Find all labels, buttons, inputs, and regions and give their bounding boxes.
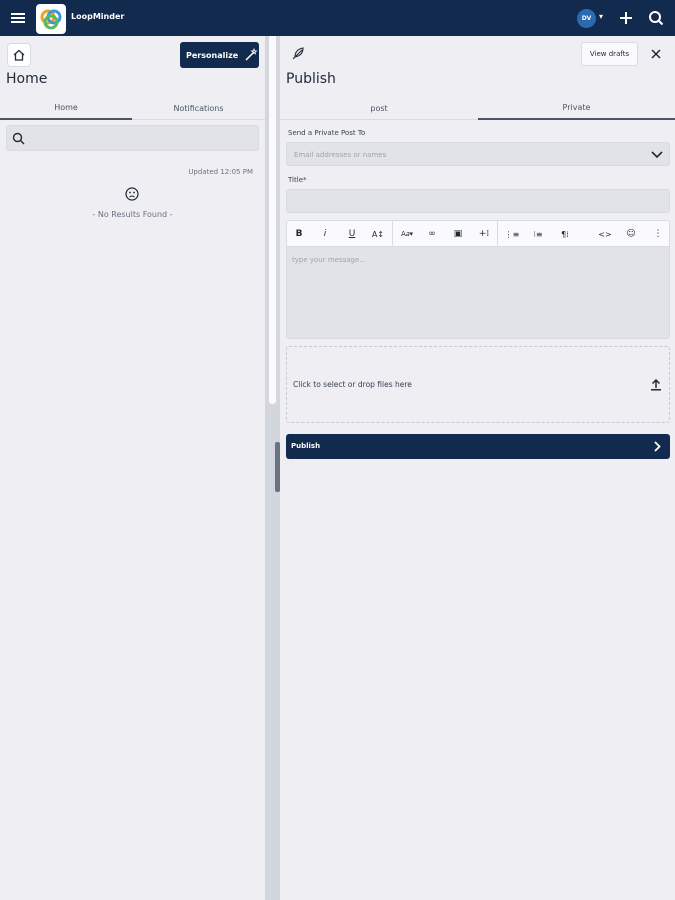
personalize-button[interactable]: Personalize: [180, 42, 259, 68]
tab-notifications[interactable]: Notifications: [132, 96, 265, 120]
image-button[interactable]: ▣: [447, 221, 469, 247]
emoji-button[interactable]: ☺: [620, 221, 642, 247]
app-title: LoopMinder: [71, 12, 125, 21]
upload-icon: [651, 378, 661, 391]
home-icon: [13, 49, 25, 61]
insert-button[interactable]: +⁞: [473, 221, 495, 247]
underline-button[interactable]: U: [341, 221, 363, 247]
splitter-track: [269, 36, 276, 404]
chevron-right-icon: [654, 441, 661, 452]
editor-toolbar: B i U A↕ A𝑎▾ ∞ ▣ +⁞ ⋮≡ ⁝≡ ¶⁞ <> ☺ ⋮: [286, 220, 670, 247]
publish-tabs: post Private: [280, 96, 675, 120]
home-tabs: Home Notifications: [0, 96, 265, 120]
message-editor[interactable]: type your message...: [286, 246, 670, 339]
paragraph-button[interactable]: ¶⁞: [554, 221, 576, 247]
loop-logo-icon: [40, 9, 62, 30]
feather-icon: [292, 47, 304, 60]
page-title: Home: [6, 71, 48, 87]
add-icon[interactable]: [618, 10, 634, 26]
sad-face-icon: [125, 187, 139, 201]
file-dropzone[interactable]: Click to select or drop files here: [286, 346, 670, 423]
publish-title: Publish: [286, 71, 336, 87]
search-icon[interactable]: [648, 10, 664, 26]
recipients-select[interactable]: Email addresses or names: [286, 142, 670, 166]
tab-home[interactable]: Home: [0, 96, 132, 120]
dropzone-text: Click to select or drop files here: [293, 380, 412, 389]
message-placeholder: type your message...: [292, 256, 366, 264]
home-button[interactable]: [7, 43, 31, 67]
home-panel: Personalize Home Home Notifications Upda…: [0, 36, 265, 900]
bullet-list-button[interactable]: ⁝≡: [527, 221, 549, 247]
text-size-button[interactable]: A↕: [367, 221, 389, 247]
avatar[interactable]: DV: [577, 9, 596, 28]
publish-button[interactable]: Publish: [286, 434, 670, 459]
top-app-bar: LoopMinder DV ▾: [0, 0, 675, 36]
panel-splitter[interactable]: [265, 36, 280, 900]
chevron-down-icon: [651, 151, 663, 159]
link-button[interactable]: ∞: [421, 221, 443, 247]
avatar-caret-icon[interactable]: ▾: [599, 12, 603, 21]
toolbar-divider: [497, 221, 498, 247]
empty-state-text: - No Results Found -: [92, 210, 173, 219]
tab-post[interactable]: post: [280, 96, 478, 120]
search-input[interactable]: [6, 125, 259, 151]
code-button[interactable]: <>: [594, 221, 616, 247]
personalize-label: Personalize: [186, 50, 239, 60]
magic-wand-icon: [245, 48, 258, 61]
title-field[interactable]: [286, 189, 670, 213]
tab-private[interactable]: Private: [478, 96, 675, 120]
ordered-list-button[interactable]: ⋮≡: [501, 221, 523, 247]
send-to-label: Send a Private Post To: [288, 129, 366, 137]
hamburger-menu-icon[interactable]: [9, 9, 27, 27]
publish-button-label: Publish: [291, 442, 321, 450]
title-label: Title*: [288, 176, 307, 184]
font-style-button[interactable]: A𝑎▾: [396, 221, 418, 247]
bold-button[interactable]: B: [288, 221, 310, 247]
italic-button[interactable]: i: [314, 221, 336, 247]
recipients-placeholder: Email addresses or names: [294, 151, 387, 159]
search-icon: [12, 132, 25, 145]
toolbar-divider: [392, 221, 393, 247]
view-drafts-button[interactable]: View drafts: [581, 42, 638, 66]
publish-panel: View drafts Publish post Private Send a …: [280, 36, 675, 900]
app-logo[interactable]: [36, 4, 66, 34]
more-options-button[interactable]: ⋮: [647, 221, 669, 247]
close-icon[interactable]: [650, 48, 662, 60]
updated-timestamp: Updated 12:05 PM: [188, 168, 253, 176]
